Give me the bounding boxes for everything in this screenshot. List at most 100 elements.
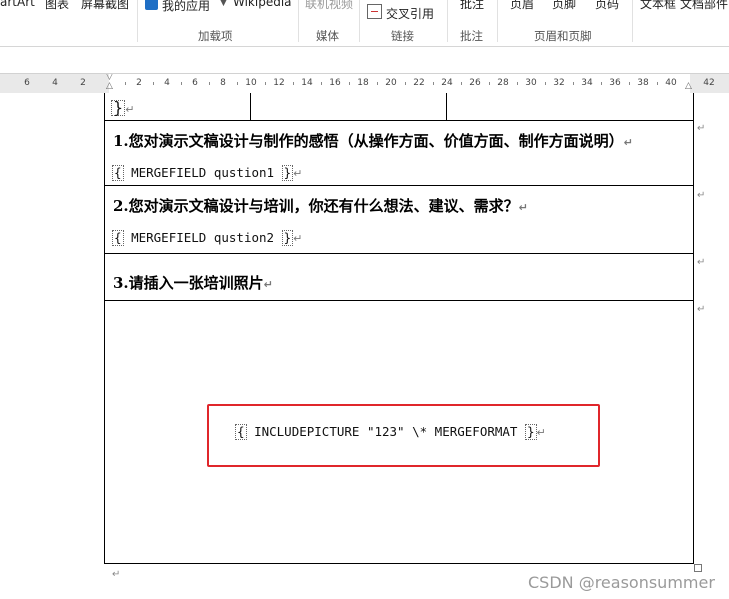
question-2-text: 2.您对演示文稿设计与培训，你还有什么想法、建议、需求？	[113, 197, 519, 215]
comment-button[interactable]: 批注	[460, 0, 484, 12]
ruler-tick	[321, 82, 322, 85]
textbox-button[interactable]: 文本框	[640, 0, 676, 12]
ribbon-separator	[137, 0, 138, 42]
footer-button[interactable]: 页脚	[552, 0, 576, 12]
paragraph-mark: ↵	[293, 167, 303, 180]
watermark: CSDN @reasonsummer	[528, 573, 715, 592]
ruler-label: 4	[164, 78, 170, 88]
ruler-tick	[601, 82, 602, 85]
ruler-label: 38	[637, 78, 649, 88]
ribbon-separator	[632, 0, 633, 42]
cell-end-mark: } ↵	[111, 98, 134, 117]
wikipedia-button[interactable]: Wikipedia	[233, 0, 292, 9]
ruler-label: 20	[385, 78, 397, 88]
table-row-border	[105, 185, 693, 186]
hanging-indent-icon[interactable]: △	[106, 81, 113, 91]
ruler-label: 16	[329, 78, 341, 88]
question-1: 1.您对演示文稿设计与制作的感悟（从操作方面、价值方面、制作方面说明）↵	[113, 130, 633, 151]
ruler-tick	[349, 82, 350, 85]
ruler-label: 42	[703, 78, 715, 88]
group-label-links: 链接	[391, 29, 414, 43]
ruler-label: 36	[609, 78, 621, 88]
paragraph-mark: ↵	[125, 103, 135, 116]
header-button[interactable]: 页眉	[510, 0, 534, 12]
paragraph-mark: ↵	[518, 201, 528, 214]
my-apps-button[interactable]: 我的应用	[162, 0, 210, 14]
field-brace-close: }	[525, 424, 537, 440]
ruler-tick	[237, 82, 238, 85]
group-label-comments: 批注	[460, 29, 483, 43]
ruler-label: 10	[245, 78, 257, 88]
ruler-label: 2	[80, 78, 86, 88]
page-number-button[interactable]: 页码	[595, 0, 619, 12]
ruler-label: 28	[497, 78, 509, 88]
doc-parts-button[interactable]: 文档部件	[680, 0, 728, 12]
ruler-label: 8	[220, 78, 226, 88]
ribbon-separator	[298, 0, 299, 42]
horizontal-ruler[interactable]: 6 4 2 ▽ △ 2 4 6 8 10 12 14 16 18 20 22 2…	[0, 73, 729, 94]
ruler-tick	[517, 82, 518, 85]
merge-field-q2-code: MERGEFIELD qustion2	[131, 230, 275, 245]
ruler-label: 14	[301, 78, 313, 88]
ruler-tick	[461, 82, 462, 85]
table-resize-handle[interactable]	[694, 564, 702, 572]
row-end-mark: ↵	[697, 190, 706, 201]
paragraph-mark: ↵	[263, 278, 273, 291]
ruler-label: 6	[24, 78, 30, 88]
ruler-label: 26	[469, 78, 481, 88]
ruler-tick	[293, 82, 294, 85]
ruler-tick	[153, 82, 154, 85]
row-end-mark: ↵	[697, 304, 706, 315]
question-2: 2.您对演示文稿设计与培训，你还有什么想法、建议、需求？↵	[113, 195, 528, 216]
toolbar-gap	[0, 47, 729, 71]
ruler-tick	[545, 82, 546, 85]
include-picture-field[interactable]: { INCLUDEPICTURE "123" \* MERGEFORMAT } ↵	[235, 424, 546, 440]
ruler-tick	[657, 82, 658, 85]
ruler-label: 24	[441, 78, 453, 88]
online-video-button[interactable]: 联机视频	[305, 0, 353, 12]
chart-button[interactable]: 图表	[45, 0, 69, 12]
paragraph-mark: ↵	[536, 426, 546, 439]
group-label-addins: 加载项	[198, 29, 233, 43]
merge-field-q1[interactable]: { MERGEFIELD qustion1 } ↵	[112, 165, 302, 181]
right-indent-icon[interactable]: △	[685, 81, 692, 91]
group-label-header-footer: 页眉和页脚	[534, 29, 592, 43]
table-row-border	[105, 300, 693, 301]
ruler-tick	[629, 82, 630, 85]
field-brace-close: }	[281, 230, 294, 246]
ribbon: artArt 图表 屏幕截图 我的应用 ▼ Wikipedia 加载项 联机视频…	[0, 0, 729, 47]
ruler-label: 34	[581, 78, 593, 88]
table-column-border	[446, 93, 447, 120]
ruler-tick	[405, 82, 406, 85]
smartart-button[interactable]: artArt	[0, 0, 35, 9]
form-table[interactable]: } ↵ 1.您对演示文稿设计与制作的感悟（从操作方面、价值方面、制作方面说明）↵ …	[104, 93, 694, 564]
cross-reference-icon	[367, 4, 382, 19]
document-area[interactable]: } ↵ 1.您对演示文稿设计与制作的感悟（从操作方面、价值方面、制作方面说明）↵ …	[0, 93, 729, 599]
table-row-border	[105, 120, 693, 121]
include-picture-code: INCLUDEPICTURE "123" \* MERGEFORMAT	[254, 424, 518, 439]
chevron-down-icon[interactable]: ▼	[220, 0, 227, 8]
group-label-media: 媒体	[316, 29, 339, 43]
ruler-tick	[209, 82, 210, 85]
ruler-label: 30	[525, 78, 537, 88]
ruler-label: 4	[52, 78, 58, 88]
ruler-tick	[377, 82, 378, 85]
cross-reference-button[interactable]: 交叉引用	[386, 5, 434, 22]
question-1-text: 1.您对演示文稿设计与制作的感悟（从操作方面、价值方面、制作方面说明）	[113, 132, 624, 150]
ruler-tick	[573, 82, 574, 85]
field-brace-close: }	[111, 98, 126, 117]
merge-field-q1-code: MERGEFIELD qustion1	[131, 165, 275, 180]
question-3: 3.请插入一张培训照片↵	[113, 272, 273, 293]
store-icon	[145, 0, 158, 10]
merge-field-q2[interactable]: { MERGEFIELD qustion2 } ↵	[112, 230, 302, 246]
ruler-label: 12	[273, 78, 285, 88]
ruler-label: 2	[136, 78, 142, 88]
ruler-tick	[489, 82, 490, 85]
ruler-tick	[433, 82, 434, 85]
ruler-label: 6	[192, 78, 198, 88]
row-end-mark: ↵	[697, 257, 706, 268]
row-end-mark: ↵	[697, 123, 706, 134]
field-brace-open: {	[112, 165, 124, 181]
field-brace-close: }	[281, 165, 294, 181]
screenshot-button[interactable]: 屏幕截图	[81, 0, 129, 12]
